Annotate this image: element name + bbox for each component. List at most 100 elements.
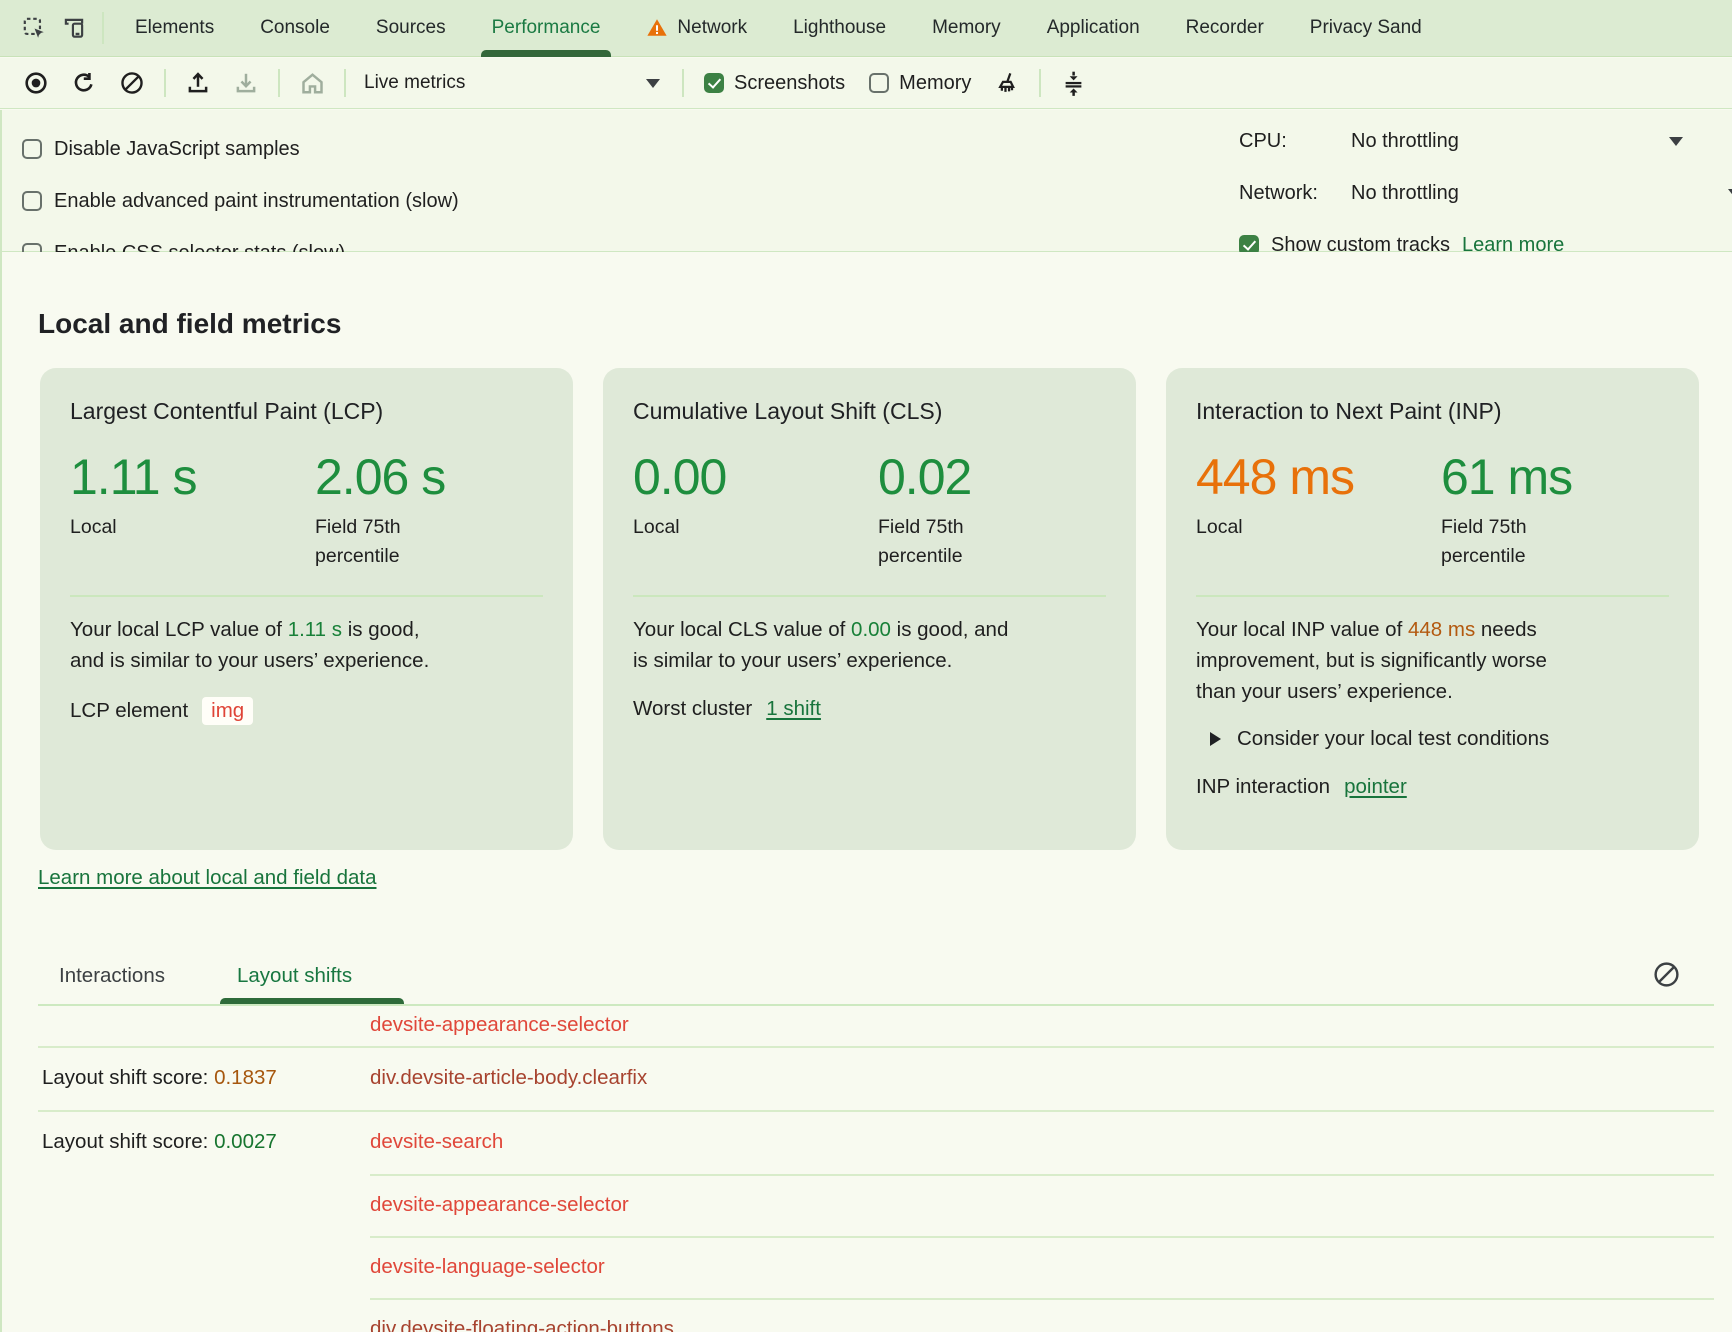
cpu-label: CPU: [1239,130,1329,153]
shift-score-value: 0.1837 [214,1066,277,1089]
lcp-field-value: 2.06 s [315,451,445,504]
worst-cluster-link[interactable]: 1 shift [766,697,821,721]
layout-shift-row: Layout shift score: 0.1837 div.devsite-a… [2,1046,1732,1110]
cls-description: Your local CLS value of 0.00 is good, an… [633,615,1106,677]
collect-garbage-button[interactable] [987,63,1027,103]
panel-mode-value: Live metrics [364,72,646,94]
network-label: Network: [1239,182,1329,205]
devtools-tab-bar: Elements Console Sources Performance Net… [0,0,1732,57]
lcp-desc-value: 1.11 s [288,618,342,641]
shift-node-link[interactable]: devsite-language-selector [370,1255,605,1279]
tab-recorder[interactable]: Recorder [1163,0,1287,57]
upload-icon [185,70,211,96]
clear-icon [119,70,145,96]
advanced-paint-checkbox[interactable] [22,191,42,211]
record-button[interactable] [16,63,56,103]
home-button[interactable] [292,63,332,103]
memory-checkbox[interactable] [869,73,889,93]
local-test-conditions-expander[interactable]: Consider your local test conditions [1210,727,1669,751]
tab-memory[interactable]: Memory [909,0,1024,57]
tab-console[interactable]: Console [237,0,353,57]
collapse-icon [1060,70,1087,97]
cls-desc-value: 0.00 [851,618,891,641]
cpu-throttling-select[interactable]: CPU: No throttling [1239,126,1709,156]
clear-log-button[interactable] [1652,960,1681,989]
device-toolbar-icon [61,15,87,41]
divider [344,69,346,97]
screenshots-toggle[interactable]: Screenshots [704,72,845,95]
tab-interactions[interactable]: Interactions [59,964,165,988]
divider [682,69,684,97]
tab-label: Network [677,17,747,39]
devtools-performance-panel: Elements Console Sources Performance Net… [0,0,1732,1332]
layout-shift-row: Layout shift score: 0.0027 devsite-searc… [2,1110,1732,1174]
shift-score: Layout shift score: 0.0027 [42,1130,277,1154]
live-metrics-view: Local and field metrics Largest Contentf… [0,252,1732,1332]
shift-node-link[interactable]: devsite-appearance-selector [370,1013,629,1037]
layout-shift-row: div.devsite-floating-action-buttons [2,1298,1732,1332]
advanced-paint-row[interactable]: Enable advanced paint instrumentation (s… [22,186,459,216]
panel-mode-select[interactable]: Live metrics [354,63,674,103]
worst-cluster-label: Worst cluster [633,697,752,721]
network-throttling-select[interactable]: Network: No throttling [1239,178,1732,208]
load-profile-button[interactable] [178,63,218,103]
inp-local-label: Local [1196,513,1314,542]
disclosure-triangle-icon [1210,732,1221,746]
tab-application[interactable]: Application [1024,0,1163,57]
memory-label: Memory [899,72,971,95]
lcp-card-title: Largest Contentful Paint (LCP) [70,398,543,425]
metric-cards: Largest Contentful Paint (LCP) 1.11 s Lo… [40,368,1699,850]
tab-label: Recorder [1186,17,1264,39]
divider [278,69,280,97]
local-test-conditions-label: Consider your local test conditions [1237,727,1549,751]
local-field-data-learn-more-link[interactable]: Learn more about local and field data [38,866,376,889]
screenshots-checkbox[interactable] [704,73,724,93]
tab-elements[interactable]: Elements [112,0,237,57]
reload-record-button[interactable] [64,63,104,103]
tab-sources[interactable]: Sources [353,0,469,57]
tab-privacy-sandbox[interactable]: Privacy Sand [1287,0,1445,57]
divider [164,69,166,97]
inp-field-label: Field 75th percentile [1441,513,1559,572]
tab-performance[interactable]: Performance [469,0,624,57]
record-icon [23,70,49,96]
clear-button[interactable] [112,63,152,103]
tab-label: Elements [135,17,214,39]
advanced-paint-label: Enable advanced paint instrumentation (s… [54,190,459,213]
shift-node-link[interactable]: div.devsite-article-body.clearfix [370,1066,647,1090]
shift-score: Layout shift score: 0.1837 [42,1066,277,1090]
tab-layout-shifts[interactable]: Layout shifts [237,964,352,988]
save-profile-button[interactable] [226,63,266,103]
tab-network[interactable]: Network [623,0,770,57]
device-toolbar-button[interactable] [54,8,94,48]
disable-js-samples-checkbox[interactable] [22,139,42,159]
inp-card-title: Interaction to Next Paint (INP) [1196,398,1669,425]
inp-desc-prefix: Your local INP value of [1196,618,1408,641]
shift-score-label: Layout shift score: [42,1130,208,1153]
network-value: No throttling [1351,182,1728,205]
tab-lighthouse[interactable]: Lighthouse [770,0,909,57]
disable-js-samples-row[interactable]: Disable JavaScript samples [22,134,300,164]
inp-local-value: 448 ms [1196,451,1441,504]
tab-label: Memory [932,17,1001,39]
collapse-sections-button[interactable] [1053,63,1093,103]
inp-interaction-link[interactable]: pointer [1344,775,1407,799]
shift-node-link[interactable]: div.devsite-floating-action-buttons [370,1317,674,1332]
lcp-description: Your local LCP value of 1.11 s is good, … [70,615,543,677]
lcp-element-node-link[interactable]: img [202,697,253,725]
screenshots-label: Screenshots [734,72,845,95]
reload-icon [71,70,97,96]
inp-card: Interaction to Next Paint (INP) 448 ms L… [1166,368,1699,850]
divider [70,595,543,597]
memory-toggle[interactable]: Memory [869,72,971,95]
shift-score-value: 0.0027 [214,1130,277,1153]
warning-icon [646,17,668,39]
inspect-element-button[interactable] [14,8,54,48]
divider [1039,69,1041,97]
shift-node-link[interactable]: devsite-appearance-selector [370,1193,629,1217]
home-icon [299,70,326,97]
inp-description: Your local INP value of 448 ms needs imp… [1196,615,1669,707]
shift-node-link[interactable]: devsite-search [370,1130,503,1154]
cls-local-label: Local [633,513,751,542]
lcp-element-label: LCP element [70,699,188,723]
